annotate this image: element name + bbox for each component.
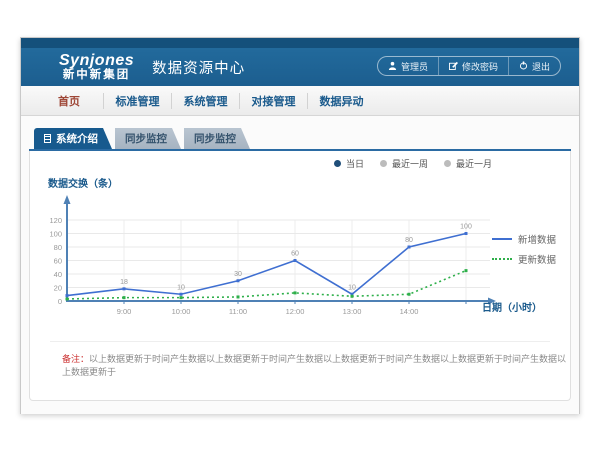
- svg-text:13:00: 13:00: [343, 307, 362, 316]
- time-range-filters: 当日 最近一周 最近一月: [334, 157, 492, 170]
- change-password-label: 修改密码: [462, 60, 498, 73]
- chart-panel: 当日 最近一周 最近一月 数据交换（条） 0 20 40 60 80 100 120 9:00…: [29, 151, 571, 401]
- tab-sync-monitor-2[interactable]: 同步监控: [184, 128, 250, 149]
- svg-text:60: 60: [291, 251, 299, 258]
- logout-label: 退出: [532, 60, 550, 73]
- admin-user-button[interactable]: 管理员: [378, 57, 438, 75]
- svg-text:80: 80: [54, 243, 62, 252]
- change-password-button[interactable]: 修改密码: [438, 57, 508, 75]
- page-title: 数据资源中心: [152, 57, 245, 78]
- app-window: Synjones 新中新集团 数据资源中心 管理员 修改密码 退出: [20, 37, 580, 414]
- svg-text:20: 20: [54, 284, 62, 293]
- nav-item-data-change[interactable]: 数据异动: [307, 93, 375, 109]
- note-divider: [50, 341, 550, 342]
- user-icon: [388, 61, 397, 72]
- nav-item-interface-mgmt[interactable]: 对接管理: [239, 93, 307, 109]
- admin-user-label: 管理员: [401, 60, 428, 73]
- svg-text:40: 40: [54, 270, 62, 279]
- logo-text-en: Synjones: [59, 53, 134, 70]
- svg-text:0: 0: [58, 297, 62, 306]
- radio-icon: [444, 160, 451, 167]
- green-dotted-line-sample: [492, 258, 512, 260]
- svg-text:60: 60: [54, 257, 62, 266]
- chart-legend: 新增数据 更新数据: [492, 229, 556, 269]
- tab-system-intro[interactable]: 系统介绍: [34, 128, 112, 149]
- line-chart: 0 20 40 60 80 100 120 9:00 10:00 11:00 12:00 13:00 1…: [40, 191, 510, 321]
- logo-text-cn: 新中新集团: [59, 69, 134, 81]
- filter-last-month[interactable]: 最近一月: [444, 157, 492, 170]
- radio-icon: [380, 160, 387, 167]
- legend-updated-data-label: 更新数据: [518, 252, 556, 266]
- x-axis-title: 日期（小时）: [482, 299, 542, 314]
- svg-text:14:00: 14:00: [400, 307, 419, 316]
- svg-text:120: 120: [49, 216, 62, 225]
- legend-item-updated-data[interactable]: 更新数据: [492, 249, 556, 269]
- svg-text:10: 10: [177, 284, 185, 291]
- svg-text:100: 100: [49, 230, 62, 239]
- document-icon: [44, 134, 51, 143]
- filter-last-month-label: 最近一月: [456, 157, 492, 170]
- svg-text:12:00: 12:00: [286, 307, 305, 316]
- header-top-strip: [21, 38, 579, 48]
- svg-text:9:00: 9:00: [117, 307, 132, 316]
- note-label: 备注：: [62, 354, 89, 364]
- svg-text:10:00: 10:00: [172, 307, 191, 316]
- legend-new-data-label: 新增数据: [518, 232, 556, 246]
- y-axis-title: 数据交换（条）: [48, 175, 118, 190]
- tab-system-intro-label: 系统介绍: [56, 131, 98, 146]
- filter-today[interactable]: 当日: [334, 157, 364, 170]
- svg-text:18: 18: [120, 279, 128, 286]
- svg-text:100: 100: [460, 224, 472, 231]
- svg-text:80: 80: [405, 237, 413, 244]
- tab-sync-monitor-1-label: 同步监控: [125, 131, 167, 146]
- radio-selected-icon: [334, 160, 341, 167]
- svg-text:10: 10: [348, 284, 356, 291]
- footer-note: 备注：以上数据更新于时间产生数据以上数据更新于时间产生数据以上数据更新于时间产生…: [62, 352, 570, 378]
- tab-sync-monitor-2-label: 同步监控: [194, 131, 236, 146]
- main-nav: 首页 标准管理 系统管理 对接管理 数据异动: [21, 86, 579, 116]
- nav-item-standard-mgmt[interactable]: 标准管理: [103, 93, 171, 109]
- svg-text:30: 30: [234, 271, 242, 278]
- filter-last-week[interactable]: 最近一周: [380, 157, 428, 170]
- filter-last-week-label: 最近一周: [392, 157, 428, 170]
- legend-item-new-data[interactable]: 新增数据: [492, 229, 556, 249]
- header: Synjones 新中新集团 数据资源中心 管理员 修改密码 退出: [21, 48, 579, 86]
- nav-item-home[interactable]: 首页: [35, 93, 103, 109]
- edit-icon: [449, 61, 458, 72]
- note-text: 以上数据更新于时间产生数据以上数据更新于时间产生数据以上数据更新于时间产生数据以…: [62, 354, 566, 377]
- filter-today-label: 当日: [346, 157, 364, 170]
- user-toolbar: 管理员 修改密码 退出: [377, 56, 561, 76]
- tab-sync-monitor-1[interactable]: 同步监控: [115, 128, 181, 149]
- blue-line-sample: [492, 238, 512, 240]
- logout-button[interactable]: 退出: [508, 57, 560, 75]
- company-logo: Synjones 新中新集团: [59, 53, 134, 82]
- svg-text:11:00: 11:00: [229, 307, 247, 316]
- content-area: 系统介绍 同步监控 同步监控 当日 最近一周: [21, 116, 579, 414]
- tab-bar: 系统介绍 同步监控 同步监控: [34, 128, 571, 149]
- power-icon: [519, 61, 528, 72]
- nav-item-system-mgmt[interactable]: 系统管理: [171, 93, 239, 109]
